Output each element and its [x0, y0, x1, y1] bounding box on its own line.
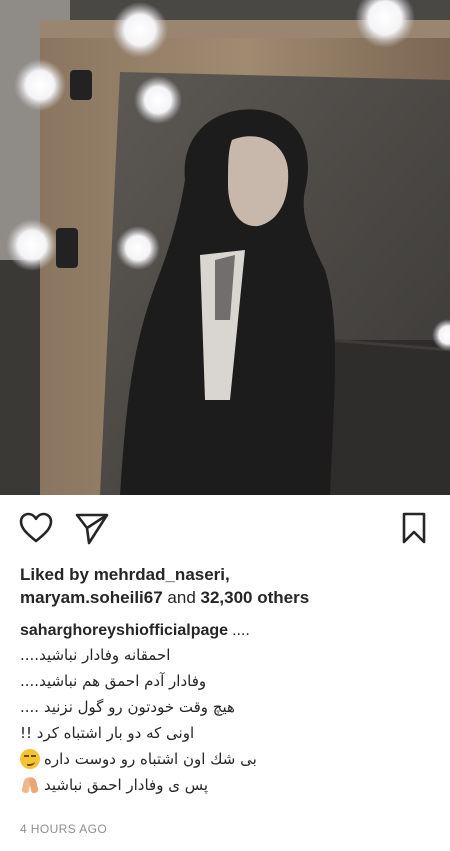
likes-and: and — [162, 588, 201, 607]
like-button[interactable] — [18, 510, 54, 546]
caption-username[interactable]: saharghoreyshiofficialpage — [20, 622, 228, 639]
paper-plane-icon — [75, 513, 109, 545]
bookmark-icon — [402, 512, 426, 544]
likes-prefix: Liked by — [20, 565, 94, 584]
heart-icon — [19, 512, 53, 543]
caption-line-3: هیچ وقت خودتون رو گول نزنید .... — [20, 698, 235, 716]
caption-line-6: پس ی وفادار احمق نباشید — [44, 776, 209, 794]
caption-line-6-row: پس ی وفادار احمق نباشید — [20, 772, 440, 798]
post-photo[interactable] — [0, 0, 450, 495]
liker-link-1[interactable]: mehrdad_naseri, — [94, 565, 230, 584]
post-timestamp: 4 HOURS AGO — [20, 822, 108, 836]
caption-line-5: بی شك اون اشتباه رو دوست داره — [44, 750, 257, 768]
likes-count-link[interactable]: 32,300 others — [201, 588, 310, 607]
share-button[interactable] — [74, 510, 110, 546]
action-bar — [0, 495, 450, 561]
likes-summary: Liked by mehrdad_naseri, maryam.soheili6… — [20, 563, 440, 609]
instagram-post: Liked by mehrdad_naseri, maryam.soheili6… — [0, 0, 450, 851]
pray-emoji-icon — [20, 775, 40, 795]
post-photo-image — [0, 0, 450, 495]
smirk-emoji-icon — [20, 749, 40, 769]
caption-line-1: احمقانه وفادار نباشید.... — [20, 646, 171, 664]
caption-line-2: وفادار آدم احمق هم نباشید.... — [20, 672, 207, 690]
caption: saharghoreyshiofficialpage.... احمقانه و… — [20, 620, 440, 798]
caption-line-5-row: بی شك اون اشتباه رو دوست داره — [20, 746, 440, 772]
save-button[interactable] — [396, 510, 432, 546]
liker-link-2[interactable]: maryam.soheili67 — [20, 588, 163, 607]
caption-line-4: اونی که دو بار اشتباه کرد !! — [20, 724, 195, 742]
caption-ellipsis: .... — [232, 622, 250, 639]
